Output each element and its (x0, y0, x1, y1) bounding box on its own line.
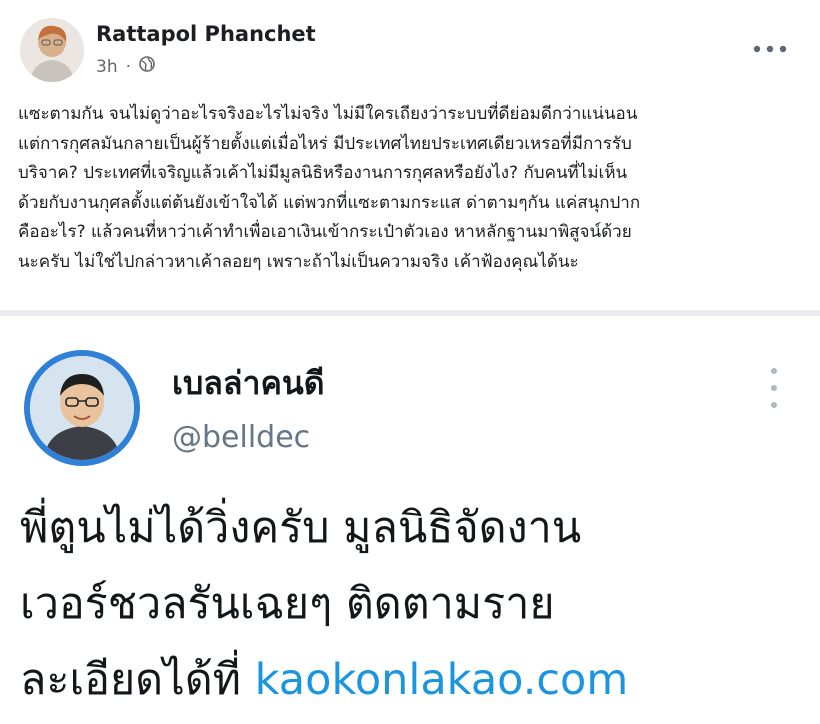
more-vertical-icon[interactable] (768, 368, 780, 408)
tweet-link[interactable]: kaokonlakao.com (255, 655, 629, 705)
tweet-line-prefix: ละเอียดได้ที่ (20, 655, 255, 705)
tweet-handle[interactable]: @belldec (172, 420, 310, 455)
more-horizontal-icon[interactable] (752, 34, 788, 54)
globe-icon (139, 56, 155, 77)
profile-photo (30, 356, 134, 460)
post-timestamp[interactable]: 3h (96, 57, 118, 77)
tweet-card: เบลล่าคนดี @belldec พี่ตูนไม่ได้วิ่งครับ… (0, 316, 820, 724)
tweet-line-last: ละเอียดได้ที่ kaokonlakao.com (20, 642, 810, 718)
post-line: คืออะไร? แล้วคนที่หาว่าเค้าทำเพื่อเอาเงิ… (18, 222, 632, 242)
tweet-avatar[interactable] (24, 350, 140, 466)
author-avatar[interactable] (20, 18, 84, 82)
post-line: แต่การกุศลมันกลายเป็นผู้ร้ายตั้งแต่เมื่อ… (18, 133, 632, 154)
bullet-separator: · (125, 56, 131, 77)
facebook-post: Rattapol Phanchet 3h · แซะตามกัน จนไม่ดู… (0, 0, 820, 310)
tweet-body: พี่ตูนไม่ได้วิ่งครับ มูลนิธิจัดงาน เวอร์… (20, 490, 810, 718)
post-line: แซะตามกัน จนไม่ดูว่าอะไรจริงอะไรไม่จริง … (18, 104, 638, 124)
author-name[interactable]: Rattapol Phanchet (96, 22, 316, 46)
tweet-display-name[interactable]: เบลล่าคนดี (172, 358, 325, 409)
tweet-line: เวอร์ชวลรันเฉยๆ ติดตามราย (20, 579, 555, 629)
post-line: บริจาค? ประเทศที่เจริญแล้วเค้าไม่มีมูลนิ… (18, 163, 628, 183)
tweet-line: พี่ตูนไม่ได้วิ่งครับ มูลนิธิจัดงาน (20, 503, 582, 553)
post-body: แซะตามกัน จนไม่ดูว่าอะไรจริงอะไรไม่จริง … (18, 100, 808, 277)
post-line: นะครับ ไม่ใช่ไปกล่าวหาเค้าลอยๆ เพราะถ้าไ… (18, 251, 579, 272)
post-meta: 3h · (96, 56, 155, 77)
post-line: ด้วยกับงานกุศลตั้งแต่ต้นยังเข้าใจได้ แต่… (18, 192, 641, 213)
